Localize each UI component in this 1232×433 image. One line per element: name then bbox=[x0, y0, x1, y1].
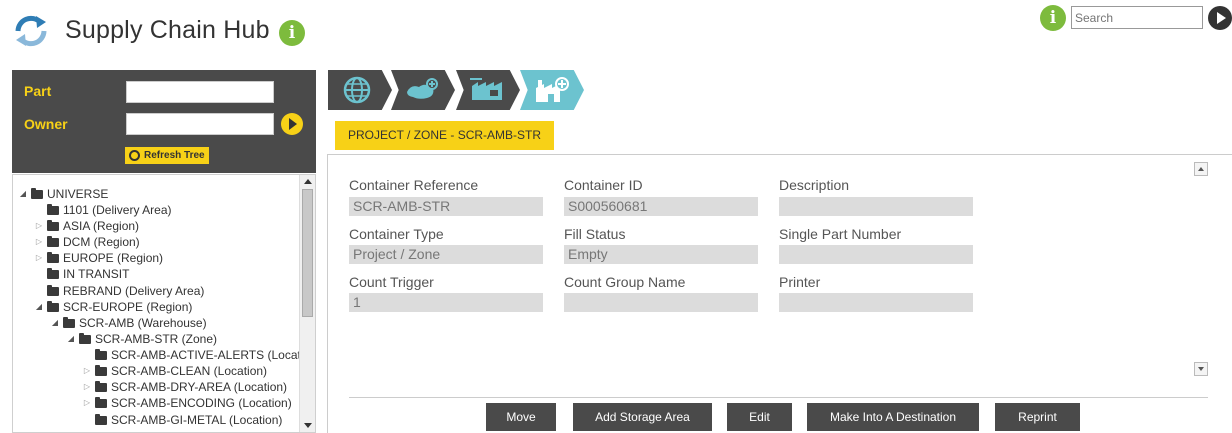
tree-node[interactable]: IN TRANSIT bbox=[33, 266, 129, 282]
tree-node[interactable]: SCR-AMB-ACTIVE-ALERTS (Locati bbox=[81, 347, 304, 363]
reprint-button[interactable]: Reprint bbox=[995, 403, 1080, 431]
folder-icon bbox=[79, 333, 91, 344]
printer-label: Printer bbox=[779, 274, 821, 290]
folder-icon bbox=[95, 381, 107, 392]
tree-node[interactable]: 1101 (Delivery Area) bbox=[33, 202, 172, 218]
divider bbox=[349, 397, 1208, 398]
count-group-name-value bbox=[564, 293, 758, 312]
tree-node[interactable]: ◢ SCR-AMB-STR (Zone) bbox=[65, 331, 217, 347]
tree-node[interactable]: ▷ SCR-AMB-DRY-AREA (Location) bbox=[81, 379, 287, 395]
container-reference-value: SCR-AMB-STR bbox=[349, 197, 543, 216]
expand-toggle-icon[interactable]: ▷ bbox=[33, 218, 45, 234]
tree-node[interactable]: ▷ ASIA (Region) bbox=[33, 218, 139, 234]
tree-node[interactable]: ◢ SCR-EUROPE (Region) bbox=[33, 299, 192, 315]
sync-arrows-icon bbox=[12, 14, 50, 48]
filter-go-icon[interactable] bbox=[281, 113, 303, 135]
folder-icon bbox=[47, 220, 59, 231]
search-input[interactable] bbox=[1071, 6, 1203, 29]
expand-toggle-icon[interactable]: ▷ bbox=[81, 363, 93, 379]
app-title: Supply Chain Hub bbox=[65, 16, 270, 44]
container-id-label: Container ID bbox=[564, 177, 643, 193]
tab-project-zone[interactable]: PROJECT / ZONE - SCR-AMB-STR bbox=[335, 121, 554, 150]
container-details-panel: Container Reference SCR-AMB-STR Containe… bbox=[327, 154, 1232, 433]
scroll-up-icon[interactable] bbox=[304, 179, 312, 184]
expand-toggle-icon[interactable]: ▷ bbox=[81, 395, 93, 411]
scroll-thumb[interactable] bbox=[302, 189, 313, 317]
refresh-icon bbox=[129, 150, 140, 161]
expand-toggle-icon[interactable]: ◢ bbox=[65, 331, 77, 347]
search-go-icon[interactable] bbox=[1208, 6, 1232, 30]
folder-icon bbox=[95, 365, 107, 376]
container-id-value: S000560681 bbox=[564, 197, 758, 216]
tree-node[interactable]: ▷ DCM (Region) bbox=[33, 234, 140, 250]
folder-icon bbox=[47, 252, 59, 263]
folder-icon bbox=[31, 188, 43, 199]
single-part-number-label: Single Part Number bbox=[779, 226, 902, 242]
folder-icon bbox=[95, 397, 107, 408]
container-type-label: Container Type bbox=[349, 226, 444, 242]
tree-node[interactable]: ▷ EUROPE (Region) bbox=[33, 250, 163, 266]
owner-label: Owner bbox=[24, 116, 68, 132]
description-value bbox=[779, 197, 973, 216]
folder-icon bbox=[95, 414, 107, 425]
folder-icon bbox=[47, 268, 59, 279]
info-icon[interactable]: i bbox=[279, 20, 305, 46]
scroll-down-icon[interactable] bbox=[304, 423, 312, 428]
tree-node[interactable]: ◢ SCR-AMB (Warehouse) bbox=[49, 315, 207, 331]
tree-node[interactable]: REBRAND (Delivery Area) bbox=[33, 283, 204, 299]
breadcrumb-zone[interactable] bbox=[520, 70, 584, 110]
make-destination-button[interactable]: Make Into A Destination bbox=[807, 403, 979, 431]
single-part-number-value bbox=[779, 245, 973, 264]
globe-icon bbox=[343, 76, 371, 104]
breadcrumb-globe[interactable] bbox=[328, 70, 392, 110]
breadcrumb-warehouse[interactable] bbox=[456, 70, 520, 110]
folder-icon bbox=[47, 285, 59, 296]
scroll-up-icon[interactable] bbox=[1194, 162, 1208, 176]
expand-toggle-icon[interactable]: ◢ bbox=[49, 315, 61, 331]
owner-input[interactable] bbox=[126, 113, 274, 135]
filter-panel: Part Owner Refresh Tree bbox=[12, 70, 316, 173]
count-trigger-value: 1 bbox=[349, 293, 543, 312]
description-label: Description bbox=[779, 177, 850, 193]
expand-toggle-icon[interactable]: ▷ bbox=[33, 250, 45, 266]
container-reference-label: Container Reference bbox=[349, 177, 479, 193]
location-tree: ◢ UNIVERSE 1101 (Delivery Area) ▷ ASIA (Re… bbox=[12, 174, 316, 433]
refresh-tree-label: Refresh Tree bbox=[144, 150, 205, 161]
folder-icon bbox=[47, 236, 59, 247]
expand-toggle-icon[interactable]: ▷ bbox=[33, 234, 45, 250]
zone-factory-icon bbox=[536, 77, 569, 102]
tree-node[interactable]: ▷ SCR-AMB-ENCODING (Location) bbox=[81, 395, 292, 411]
tree-node[interactable]: ◢ UNIVERSE bbox=[17, 186, 108, 202]
part-input[interactable] bbox=[126, 81, 274, 103]
fill-status-label: Fill Status bbox=[564, 226, 626, 242]
folder-icon bbox=[47, 301, 59, 312]
scroll-down-icon[interactable] bbox=[1194, 362, 1208, 376]
expand-toggle-icon[interactable]: ▷ bbox=[81, 379, 93, 395]
part-label: Part bbox=[24, 83, 52, 99]
region-map-icon bbox=[407, 78, 438, 99]
folder-icon bbox=[47, 204, 59, 215]
tree-node[interactable]: SCR-AMB-GI-METAL (Location) bbox=[81, 412, 282, 428]
folder-icon bbox=[95, 349, 107, 360]
warehouse-icon bbox=[470, 78, 502, 100]
fill-status-value: Empty bbox=[564, 245, 758, 264]
expand-toggle-icon[interactable]: ◢ bbox=[17, 186, 29, 202]
folder-icon bbox=[63, 317, 75, 328]
refresh-tree-button[interactable]: Refresh Tree bbox=[125, 147, 209, 164]
breadcrumb-region[interactable] bbox=[391, 70, 455, 110]
printer-value bbox=[779, 293, 973, 312]
container-type-value: Project / Zone bbox=[349, 245, 543, 264]
tree-node[interactable]: ▷ SCR-AMB-CLEAN (Location) bbox=[81, 363, 267, 379]
count-group-name-label: Count Group Name bbox=[564, 274, 686, 290]
edit-button[interactable]: Edit bbox=[727, 403, 792, 431]
move-button[interactable]: Move bbox=[486, 403, 556, 431]
tree-scrollbar[interactable] bbox=[299, 175, 315, 432]
add-storage-area-button[interactable]: Add Storage Area bbox=[573, 403, 712, 431]
expand-toggle-icon[interactable]: ◢ bbox=[33, 299, 45, 315]
info-icon[interactable]: i bbox=[1040, 5, 1066, 31]
count-trigger-label: Count Trigger bbox=[349, 274, 434, 290]
